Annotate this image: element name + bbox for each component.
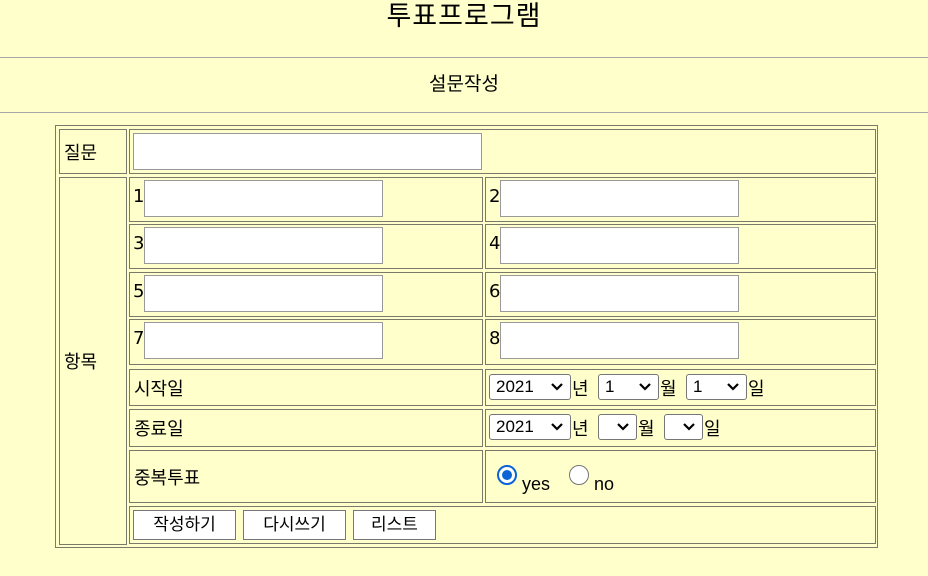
end-year-value: 2021: [496, 417, 534, 436]
end-day-select[interactable]: [664, 414, 703, 440]
question-label-cell: 질문: [59, 129, 127, 174]
start-day-select[interactable]: 1: [686, 374, 747, 400]
item-number-5: 5: [133, 281, 145, 302]
item-cell-6: 6: [485, 272, 876, 317]
multi-vote-yes-label: yes: [522, 474, 551, 494]
item-input-6[interactable]: [500, 275, 739, 312]
end-month-select[interactable]: [598, 414, 637, 440]
chevron-down-icon: [727, 383, 739, 391]
chevron-down-icon: [639, 383, 651, 391]
divider-top: [0, 57, 928, 58]
start-month-select[interactable]: 1: [598, 374, 659, 400]
start-month-value: 1: [605, 377, 615, 396]
start-date-cell: 2021 년 1 월 1 일: [485, 369, 876, 406]
item-input-5[interactable]: [144, 275, 383, 312]
survey-form-table: 질문 항목 1 2 3 4 5 6 7 8 시작일 2021 년 1 월 1 일…: [55, 125, 878, 548]
item-number-2: 2: [489, 186, 501, 207]
start-date-label: 시작일: [134, 378, 184, 400]
item-input-4[interactable]: [500, 227, 739, 264]
item-input-2[interactable]: [500, 180, 739, 217]
multi-vote-yes-radio[interactable]: [497, 465, 517, 485]
item-cell-4: 4: [485, 224, 876, 269]
item-number-3: 3: [133, 233, 145, 254]
chevron-down-icon: [683, 423, 695, 431]
page-title: 투표프로그램: [386, 1, 542, 32]
start-month-unit: 월: [660, 379, 677, 400]
start-date-label-cell: 시작일: [129, 369, 483, 406]
item-cell-7: 7: [129, 319, 483, 365]
question-input[interactable]: [133, 133, 482, 170]
question-label: 질문: [64, 142, 98, 164]
end-date-label: 종료일: [134, 419, 184, 440]
start-day-value: 1: [693, 377, 703, 396]
question-input-cell: [129, 129, 876, 174]
end-day-unit: 일: [704, 419, 721, 440]
end-year-select[interactable]: 2021: [489, 414, 571, 440]
item-input-1[interactable]: [144, 180, 383, 217]
item-number-1: 1: [133, 186, 145, 207]
item-number-8: 8: [489, 328, 501, 349]
item-cell-3: 3: [129, 224, 483, 269]
end-year-unit: 년: [572, 419, 589, 440]
end-date-cell: 2021 년 월 일: [485, 409, 876, 447]
multi-vote-no-radio[interactable]: [569, 465, 589, 485]
multi-vote-cell: yes no: [485, 450, 876, 503]
item-number-4: 4: [489, 233, 501, 254]
items-label-cell: 항목: [59, 177, 127, 545]
start-day-unit: 일: [748, 379, 765, 400]
item-cell-5: 5: [129, 272, 483, 317]
end-month-unit: 월: [638, 419, 655, 440]
start-year-select[interactable]: 2021: [489, 374, 571, 400]
end-date-label-cell: 종료일: [129, 409, 483, 447]
chevron-down-icon: [551, 423, 563, 431]
item-cell-2: 2: [485, 177, 876, 222]
multi-vote-no-label: no: [594, 474, 615, 494]
item-input-3[interactable]: [144, 227, 383, 264]
list-button[interactable]: 리스트: [353, 510, 436, 540]
chevron-down-icon: [551, 383, 563, 391]
multi-vote-label-cell: 중복투표: [129, 450, 483, 503]
start-year-unit: 년: [572, 379, 589, 400]
multi-vote-label: 중복투표: [134, 467, 201, 489]
submit-button[interactable]: 작성하기: [133, 510, 236, 540]
start-year-value: 2021: [496, 377, 534, 396]
items-label: 항목: [64, 352, 98, 373]
item-input-8[interactable]: [500, 322, 739, 359]
chevron-down-icon: [617, 423, 629, 431]
item-number-6: 6: [489, 281, 501, 302]
item-cell-8: 8: [485, 319, 876, 365]
button-row-cell: 작성하기 다시쓰기 리스트: [129, 506, 876, 544]
reset-button[interactable]: 다시쓰기: [243, 510, 346, 540]
divider-bottom: [0, 112, 928, 113]
item-number-7: 7: [133, 328, 145, 349]
item-input-7[interactable]: [144, 322, 383, 359]
item-cell-1: 1: [129, 177, 483, 222]
page-subtitle: 설문작성: [429, 73, 499, 95]
